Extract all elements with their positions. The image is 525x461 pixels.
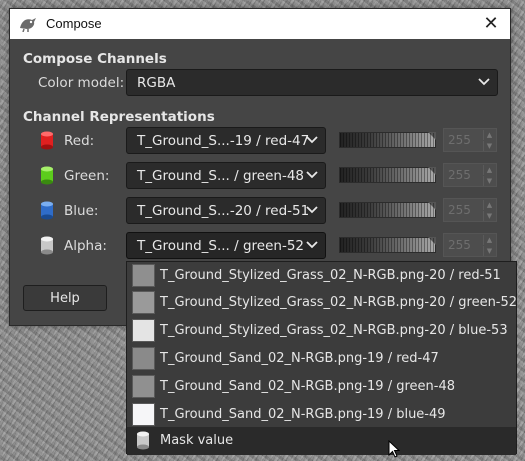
dropdown-option-label: T_Ground_Sand_02_N-RGB.png-19 / blue-49 bbox=[160, 407, 446, 422]
chevron-down-icon bbox=[306, 206, 318, 214]
red-mask-spinbox[interactable]: 255 ▲ ▼ bbox=[443, 128, 497, 152]
green-mask-spinbox[interactable]: 255 ▲ ▼ bbox=[443, 163, 497, 187]
color-model-value: RGBA bbox=[137, 75, 176, 91]
blue-mask-spinbox[interactable]: 255 ▲ ▼ bbox=[443, 198, 497, 222]
dropdown-option-mask-value[interactable]: Mask value bbox=[127, 427, 516, 455]
close-icon: ✕ bbox=[483, 13, 499, 34]
dropdown-option[interactable]: T_Ground_Stylized_Grass_02_N-RGB.png-20 … bbox=[127, 317, 516, 345]
image-thumbnail bbox=[132, 347, 155, 370]
dropdown-option[interactable]: T_Ground_Sand_02_N-RGB.png-19 / green-48 bbox=[127, 373, 516, 401]
red-channel-select[interactable]: T_Ground_S...-19 / red-47 bbox=[126, 127, 326, 154]
gimp-wilber-icon bbox=[20, 18, 36, 32]
blue-cylinder-icon bbox=[41, 201, 53, 220]
increment-icon[interactable]: ▲ bbox=[483, 130, 495, 140]
red-cylinder-icon bbox=[41, 131, 53, 150]
chevron-down-icon bbox=[306, 136, 318, 144]
dropdown-option-label: Mask value bbox=[160, 433, 234, 448]
dropdown-option-label: T_Ground_Stylized_Grass_02_N-RGB.png-20 … bbox=[160, 268, 501, 283]
chevron-down-icon bbox=[306, 241, 318, 249]
red-mask-value: 255 bbox=[448, 133, 471, 147]
dropdown-option-label: T_Ground_Stylized_Grass_02_N-RGB.png-20 … bbox=[160, 295, 518, 310]
blue-channel-value: T_Ground_S...-20 / red-51 bbox=[137, 203, 310, 219]
title-bar[interactable]: Compose ✕ bbox=[10, 9, 510, 39]
dropdown-option-label: T_Ground_Sand_02_N-RGB.png-19 / green-48 bbox=[160, 379, 455, 394]
window-title: Compose bbox=[46, 16, 102, 31]
green-mask-value: 255 bbox=[448, 168, 471, 182]
blue-mask-value: 255 bbox=[448, 203, 471, 217]
red-channel-label: Red: bbox=[64, 133, 95, 149]
increment-icon[interactable]: ▲ bbox=[483, 200, 495, 210]
dropdown-option[interactable]: T_Ground_Sand_02_N-RGB.png-19 / blue-49 bbox=[127, 401, 516, 429]
green-mask-slider[interactable] bbox=[339, 167, 436, 183]
red-channel-value: T_Ground_S...-19 / red-47 bbox=[137, 133, 310, 149]
color-model-select[interactable]: RGBA bbox=[126, 69, 498, 96]
dropdown-option[interactable]: T_Ground_Stylized_Grass_02_N-RGB.png-20 … bbox=[127, 262, 516, 290]
image-thumbnail bbox=[132, 264, 155, 287]
red-mask-slider[interactable] bbox=[339, 132, 436, 148]
image-thumbnail bbox=[132, 291, 155, 314]
decrement-icon[interactable]: ▼ bbox=[483, 211, 495, 221]
alpha-channel-label: Alpha: bbox=[64, 238, 107, 254]
increment-icon[interactable]: ▲ bbox=[483, 235, 495, 245]
blue-mask-slider[interactable] bbox=[339, 202, 436, 218]
green-channel-value: T_Ground_S... / green-48 bbox=[137, 168, 305, 184]
decrement-icon[interactable]: ▼ bbox=[483, 176, 495, 186]
dropdown-option-label: T_Ground_Sand_02_N-RGB.png-19 / red-47 bbox=[160, 351, 439, 366]
alpha-mask-value: 255 bbox=[448, 238, 471, 252]
alpha-channel-value: T_Ground_S... / green-52 bbox=[137, 238, 305, 254]
chevron-down-icon bbox=[306, 171, 318, 179]
green-cylinder-icon bbox=[41, 166, 53, 185]
close-button[interactable]: ✕ bbox=[480, 13, 502, 35]
gray-cylinder-icon bbox=[137, 431, 149, 450]
gray-cylinder-icon bbox=[41, 236, 53, 255]
decrement-icon[interactable]: ▼ bbox=[483, 246, 495, 256]
decrement-icon[interactable]: ▼ bbox=[483, 141, 495, 151]
alpha-mask-slider[interactable] bbox=[339, 237, 436, 253]
channel-representations-heading: Channel Representations bbox=[23, 109, 215, 125]
image-thumbnail bbox=[132, 375, 155, 398]
alpha-mask-spinbox[interactable]: 255 ▲ ▼ bbox=[443, 233, 497, 257]
alpha-channel-select[interactable]: T_Ground_S... / green-52 bbox=[126, 232, 326, 259]
mouse-pointer-icon bbox=[388, 440, 400, 458]
dropdown-option-label: T_Ground_Stylized_Grass_02_N-RGB.png-20 … bbox=[160, 323, 508, 338]
dropdown-option[interactable]: T_Ground_Sand_02_N-RGB.png-19 / red-47 bbox=[127, 345, 516, 373]
help-button[interactable]: Help bbox=[23, 285, 107, 311]
green-channel-select[interactable]: T_Ground_S... / green-48 bbox=[126, 162, 326, 189]
increment-icon[interactable]: ▲ bbox=[483, 165, 495, 175]
alpha-channel-dropdown-menu: T_Ground_Stylized_Grass_02_N-RGB.png-20 … bbox=[126, 261, 518, 455]
color-model-label: Color model: bbox=[38, 75, 125, 91]
blue-channel-label: Blue: bbox=[64, 203, 99, 219]
chevron-down-icon bbox=[478, 78, 490, 86]
dropdown-option[interactable]: T_Ground_Stylized_Grass_02_N-RGB.png-20 … bbox=[127, 289, 518, 317]
image-thumbnail bbox=[132, 319, 155, 342]
compose-channels-heading: Compose Channels bbox=[23, 51, 167, 67]
green-channel-label: Green: bbox=[64, 168, 110, 184]
image-thumbnail bbox=[132, 403, 155, 426]
blue-channel-select[interactable]: T_Ground_S...-20 / red-51 bbox=[126, 197, 326, 224]
